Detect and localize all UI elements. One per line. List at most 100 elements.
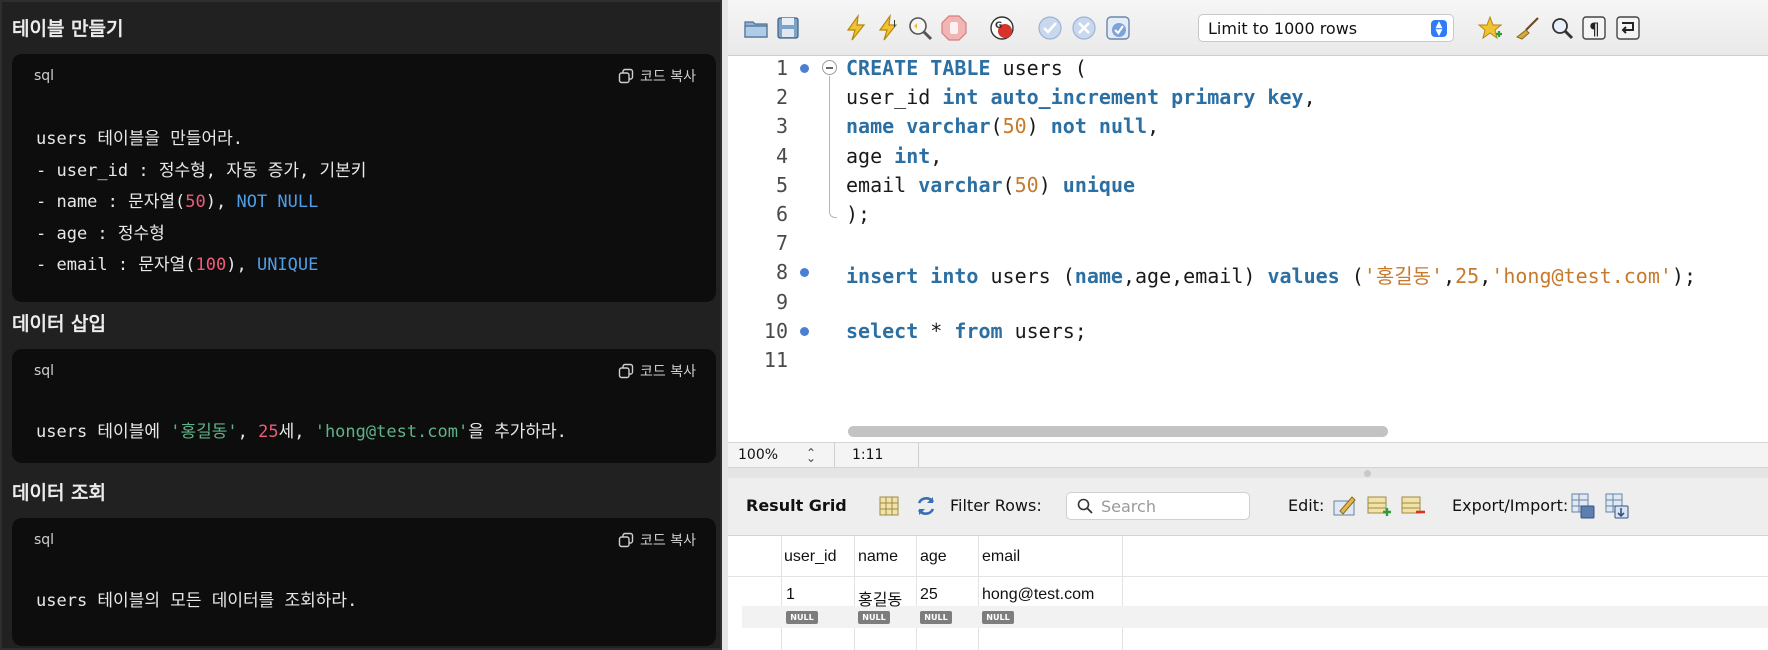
cursor-position: 1:11	[852, 447, 884, 463]
column-header-age[interactable]: age	[920, 548, 947, 566]
cell-name[interactable]: 홍길동	[858, 586, 902, 610]
sql-token: users (	[990, 56, 1087, 80]
sql-token: );	[846, 202, 871, 226]
find-icon[interactable]	[1548, 14, 1576, 42]
beautify-icon[interactable]	[1514, 14, 1542, 42]
svg-text:¶: ¶	[1589, 20, 1600, 40]
sql-token: name	[846, 114, 895, 139]
code-token: ,	[237, 422, 259, 442]
sql-token: (	[1339, 264, 1364, 289]
rollback-icon[interactable]	[1070, 14, 1098, 42]
add-row-icon[interactable]	[1366, 493, 1392, 519]
code-token: users 테이블의 모든 데이터를 조회하라.	[36, 591, 358, 611]
code-text: users 테이블의 모든 데이터를 조회하라.	[36, 586, 357, 618]
sql-code-line[interactable]: name varchar(50) not null,	[846, 114, 1159, 138]
sql-token: )	[1026, 114, 1051, 139]
editor-toolbar: I G Limit to 1000 rows ▲ ▼ ¶	[728, 0, 1768, 56]
autocommit-icon[interactable]	[1104, 14, 1132, 42]
copy-code-button[interactable]: 코드 복사	[618, 66, 696, 86]
sql-token: ,	[1479, 264, 1492, 289]
statement-marker-icon	[800, 64, 809, 73]
svg-text:I: I	[893, 19, 896, 30]
limit-rows-select[interactable]: Limit to 1000 rows ▲ ▼	[1198, 14, 1454, 42]
line-number: 3	[775, 114, 788, 139]
code-language-label: sql	[34, 532, 55, 548]
wrap-icon[interactable]	[1614, 14, 1642, 42]
sql-code-line[interactable]: CREATE TABLE users (	[846, 56, 1087, 80]
code-token: UNIQUE	[256, 255, 319, 275]
sql-token: users (	[978, 264, 1075, 289]
line-number: 9	[775, 289, 788, 314]
grid-column-divider	[916, 536, 917, 650]
delete-row-icon[interactable]	[1400, 493, 1426, 519]
edit-cell-icon[interactable]	[1332, 493, 1358, 519]
cell-user-id[interactable]: 1	[786, 586, 795, 604]
fold-toggle-icon[interactable]	[822, 60, 837, 75]
invisible-chars-icon[interactable]: ¶	[1580, 14, 1608, 42]
panel-splitter[interactable]	[728, 468, 1768, 478]
code-line: users 테이블을 만들어라.	[36, 124, 366, 156]
code-text: users 테이블에 '홍길동', 25세, 'hong@test.com'을 …	[36, 417, 567, 449]
import-icon[interactable]	[1604, 492, 1630, 520]
code-language-label: sql	[34, 363, 55, 379]
sql-token: from	[954, 318, 1003, 343]
refresh-icon[interactable]	[914, 494, 938, 518]
code-line: users 테이블에 '홍길동', 25세, 'hong@test.com'을 …	[36, 417, 567, 449]
sql-code-line[interactable]: email varchar(50) unique	[846, 173, 1135, 197]
column-header-user-id[interactable]: user_id	[784, 548, 836, 566]
zoom-stepper-down-icon[interactable]: ⌄	[806, 451, 816, 465]
sql-code-line[interactable]: age int,	[846, 144, 942, 168]
sql-editor[interactable]: 1 CREATE TABLE users (2 user_id int auto_i…	[728, 56, 1768, 442]
chat-panel: 테이블 만들기 sql 코드 복사 users 테이블을 만들어라. - user…	[0, 0, 722, 650]
splitter-handle-icon[interactable]	[1364, 470, 1371, 477]
sql-token: name	[1074, 264, 1123, 289]
grid-view-icon[interactable]	[878, 495, 900, 517]
result-grid-label[interactable]: Result Grid	[746, 496, 847, 515]
code-token: 50	[185, 192, 206, 212]
sql-code-line[interactable]: );	[846, 202, 870, 226]
code-block-create-table: sql 코드 복사 users 테이블을 만들어라. - user_id : 정수…	[12, 54, 716, 302]
code-token: - email : 문자열(	[36, 255, 196, 275]
line-number: 1	[775, 56, 788, 80]
sql-token: ,age,email)	[1122, 264, 1268, 289]
copy-code-label: 코드 복사	[640, 364, 696, 380]
export-icon[interactable]	[1570, 492, 1596, 520]
sql-code-line[interactable]: user_id int auto_increment primary key,	[846, 85, 1316, 109]
result-toolbar: Result Grid Filter Rows: Search Edit: Ex…	[728, 478, 1768, 536]
grid-column-divider	[978, 536, 979, 650]
commit-icon[interactable]	[1036, 14, 1064, 42]
line-number: 6	[775, 202, 788, 226]
scrollbar-thumb[interactable]	[848, 426, 1388, 437]
cell-age[interactable]: 25	[920, 586, 938, 604]
copy-code-button[interactable]: 코드 복사	[618, 530, 696, 550]
chevron-updown-icon: ▲ ▼	[1431, 20, 1447, 38]
filter-search-input[interactable]: Search	[1066, 492, 1250, 520]
execute-icon[interactable]	[842, 14, 870, 42]
sql-code-line[interactable]: insert into users (name,age,email) value…	[846, 260, 1696, 289]
sql-token: (	[1002, 172, 1015, 197]
code-block-select: sql 코드 복사 users 테이블의 모든 데이터를 조회하라.	[12, 518, 716, 646]
grid-column-divider	[1122, 536, 1123, 650]
code-text: users 테이블을 만들어라. - user_id : 정수형, 자동 증가, …	[36, 124, 366, 282]
sql-token: ,	[1147, 114, 1160, 139]
search-icon	[1077, 498, 1093, 514]
column-header-name[interactable]: name	[858, 548, 898, 566]
cell-email[interactable]: hong@test.com	[982, 586, 1094, 604]
line-number: 7	[775, 231, 788, 256]
null-badge: NULL	[858, 611, 890, 624]
stop-icon[interactable]	[940, 14, 968, 42]
explain-icon[interactable]	[906, 14, 934, 42]
sql-code-line[interactable]: select * from users;	[846, 319, 1087, 343]
toggle-error-icon[interactable]: G	[988, 14, 1016, 42]
code-token: - name : 문자열(	[36, 192, 186, 212]
limit-rows-value: Limit to 1000 rows	[1208, 19, 1358, 38]
open-folder-icon[interactable]	[742, 14, 770, 42]
bookmark-icon[interactable]	[1476, 14, 1504, 42]
execute-current-icon[interactable]: I	[874, 14, 902, 42]
column-header-email[interactable]: email	[982, 548, 1020, 566]
result-grid[interactable]: user_id name age email 1 홍길동 25 hong@tes…	[728, 536, 1768, 650]
save-icon[interactable]	[774, 14, 802, 42]
copy-code-button[interactable]: 코드 복사	[618, 361, 696, 381]
zoom-level[interactable]: 100%	[738, 447, 778, 463]
